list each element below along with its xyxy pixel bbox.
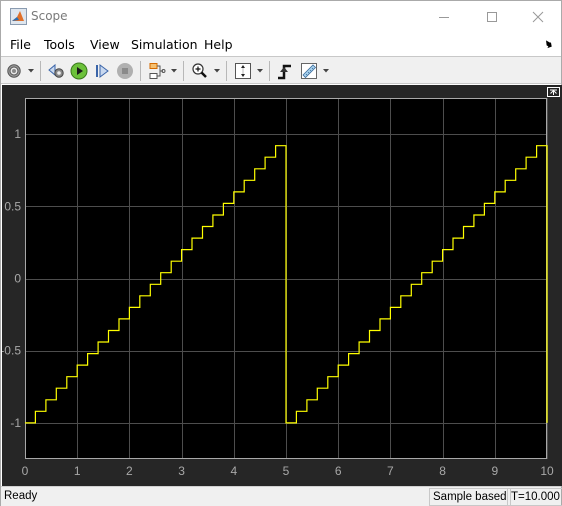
y-tick-label: 1 [14,127,21,141]
cursor-measurements-dropdown[interactable] [321,60,331,82]
sample-mode-indicator: Sample based [429,488,511,506]
configuration-button[interactable] [3,60,25,82]
maximize-button[interactable] [469,1,515,32]
title-bar[interactable]: Scope [1,1,561,32]
toolbar [1,56,561,84]
scope-window: Scope File Tools View Simulation Help 0 … [0,0,562,506]
x-tick-label: 9 [491,464,498,478]
x-tick-label: 4 [230,464,237,478]
trigger-icon [278,64,291,80]
plot-area[interactable]: 0 1 2 3 4 5 6 7 8 9 10 -1 -0.5 0 0.5 1 [2,85,562,486]
highlight-block-dropdown[interactable] [169,60,179,82]
gear-icon [7,64,21,78]
run-button[interactable] [68,60,90,82]
cursor-measurements-button[interactable] [298,60,320,82]
y-tick-label: 0 [14,272,21,286]
undock-arrow-icon[interactable] [543,40,553,50]
zoom-in-button[interactable] [189,60,211,82]
caret-down-icon [171,69,177,73]
caret-down-icon [214,69,220,73]
scope-display: 0 1 2 3 4 5 6 7 8 9 10 -1 -0.5 0 0.5 1 [2,85,562,486]
step-forward-button[interactable] [91,60,113,82]
scale-y-axis-dropdown[interactable] [255,60,265,82]
maximize-icon [487,11,497,22]
x-tick-label: 0 [22,464,29,478]
menu-help[interactable]: Help [204,37,233,52]
x-tick-label: 8 [439,464,446,478]
status-bar: Ready Sample based T=10.000 [1,486,562,506]
y-tick-label: 0.5 [4,199,21,213]
caret-down-icon [257,69,263,73]
status-state: Ready [4,490,38,502]
toolbar-separator [140,61,141,81]
play-icon [70,62,88,80]
y-axis-ticks: -1 -0.5 0 0.5 1 [2,127,21,430]
menu-view[interactable]: View [90,37,120,52]
window-title: Scope [31,9,68,23]
x-tick-label: 6 [335,464,342,478]
zoom-in-icon [192,63,207,78]
toolbar-separator [183,61,184,81]
block-highlight-icon [149,63,166,79]
matlab-logo-icon [10,8,27,25]
zoom-dropdown[interactable] [212,60,222,82]
menu-file[interactable]: File [10,37,31,52]
restore-layout-button[interactable] [547,87,560,97]
toolbar-separator [40,61,41,81]
menu-tools[interactable]: Tools [44,37,75,52]
y-tick-label: -1 [10,416,21,430]
minimize-button[interactable] [421,1,467,32]
stop-icon [117,63,133,79]
highlight-block-button[interactable] [146,60,168,82]
autoscale-icon [235,63,251,79]
x-tick-label: 1 [74,464,81,478]
step-back-button[interactable] [46,60,68,82]
x-tick-label: 5 [283,464,290,478]
caret-down-icon [323,69,329,73]
close-button[interactable] [515,1,561,32]
step-back-icon [48,63,64,78]
x-tick-label: 10 [540,464,554,478]
minimize-icon [439,16,449,18]
x-tick-label: 7 [387,464,394,478]
x-axis-ticks: 0 1 2 3 4 5 6 7 8 9 10 [22,464,554,478]
configuration-dropdown[interactable] [26,60,36,82]
simulation-time-indicator: T=10.000 [507,488,562,506]
menu-simulation[interactable]: Simulation [131,37,198,52]
step-forward-icon [96,64,109,78]
menu-bar: File Tools View Simulation Help [1,33,561,56]
scale-y-axis-button[interactable] [232,60,254,82]
toolbar-separator [269,61,270,81]
caret-down-icon [28,69,34,73]
triggers-button[interactable] [274,60,296,82]
x-tick-label: 2 [126,464,133,478]
close-icon [532,11,544,22]
toolbar-separator [226,61,227,81]
stop-button[interactable] [114,60,136,82]
x-tick-label: 3 [178,464,185,478]
y-tick-label: -0.5 [2,344,21,358]
ruler-icon [301,63,317,79]
